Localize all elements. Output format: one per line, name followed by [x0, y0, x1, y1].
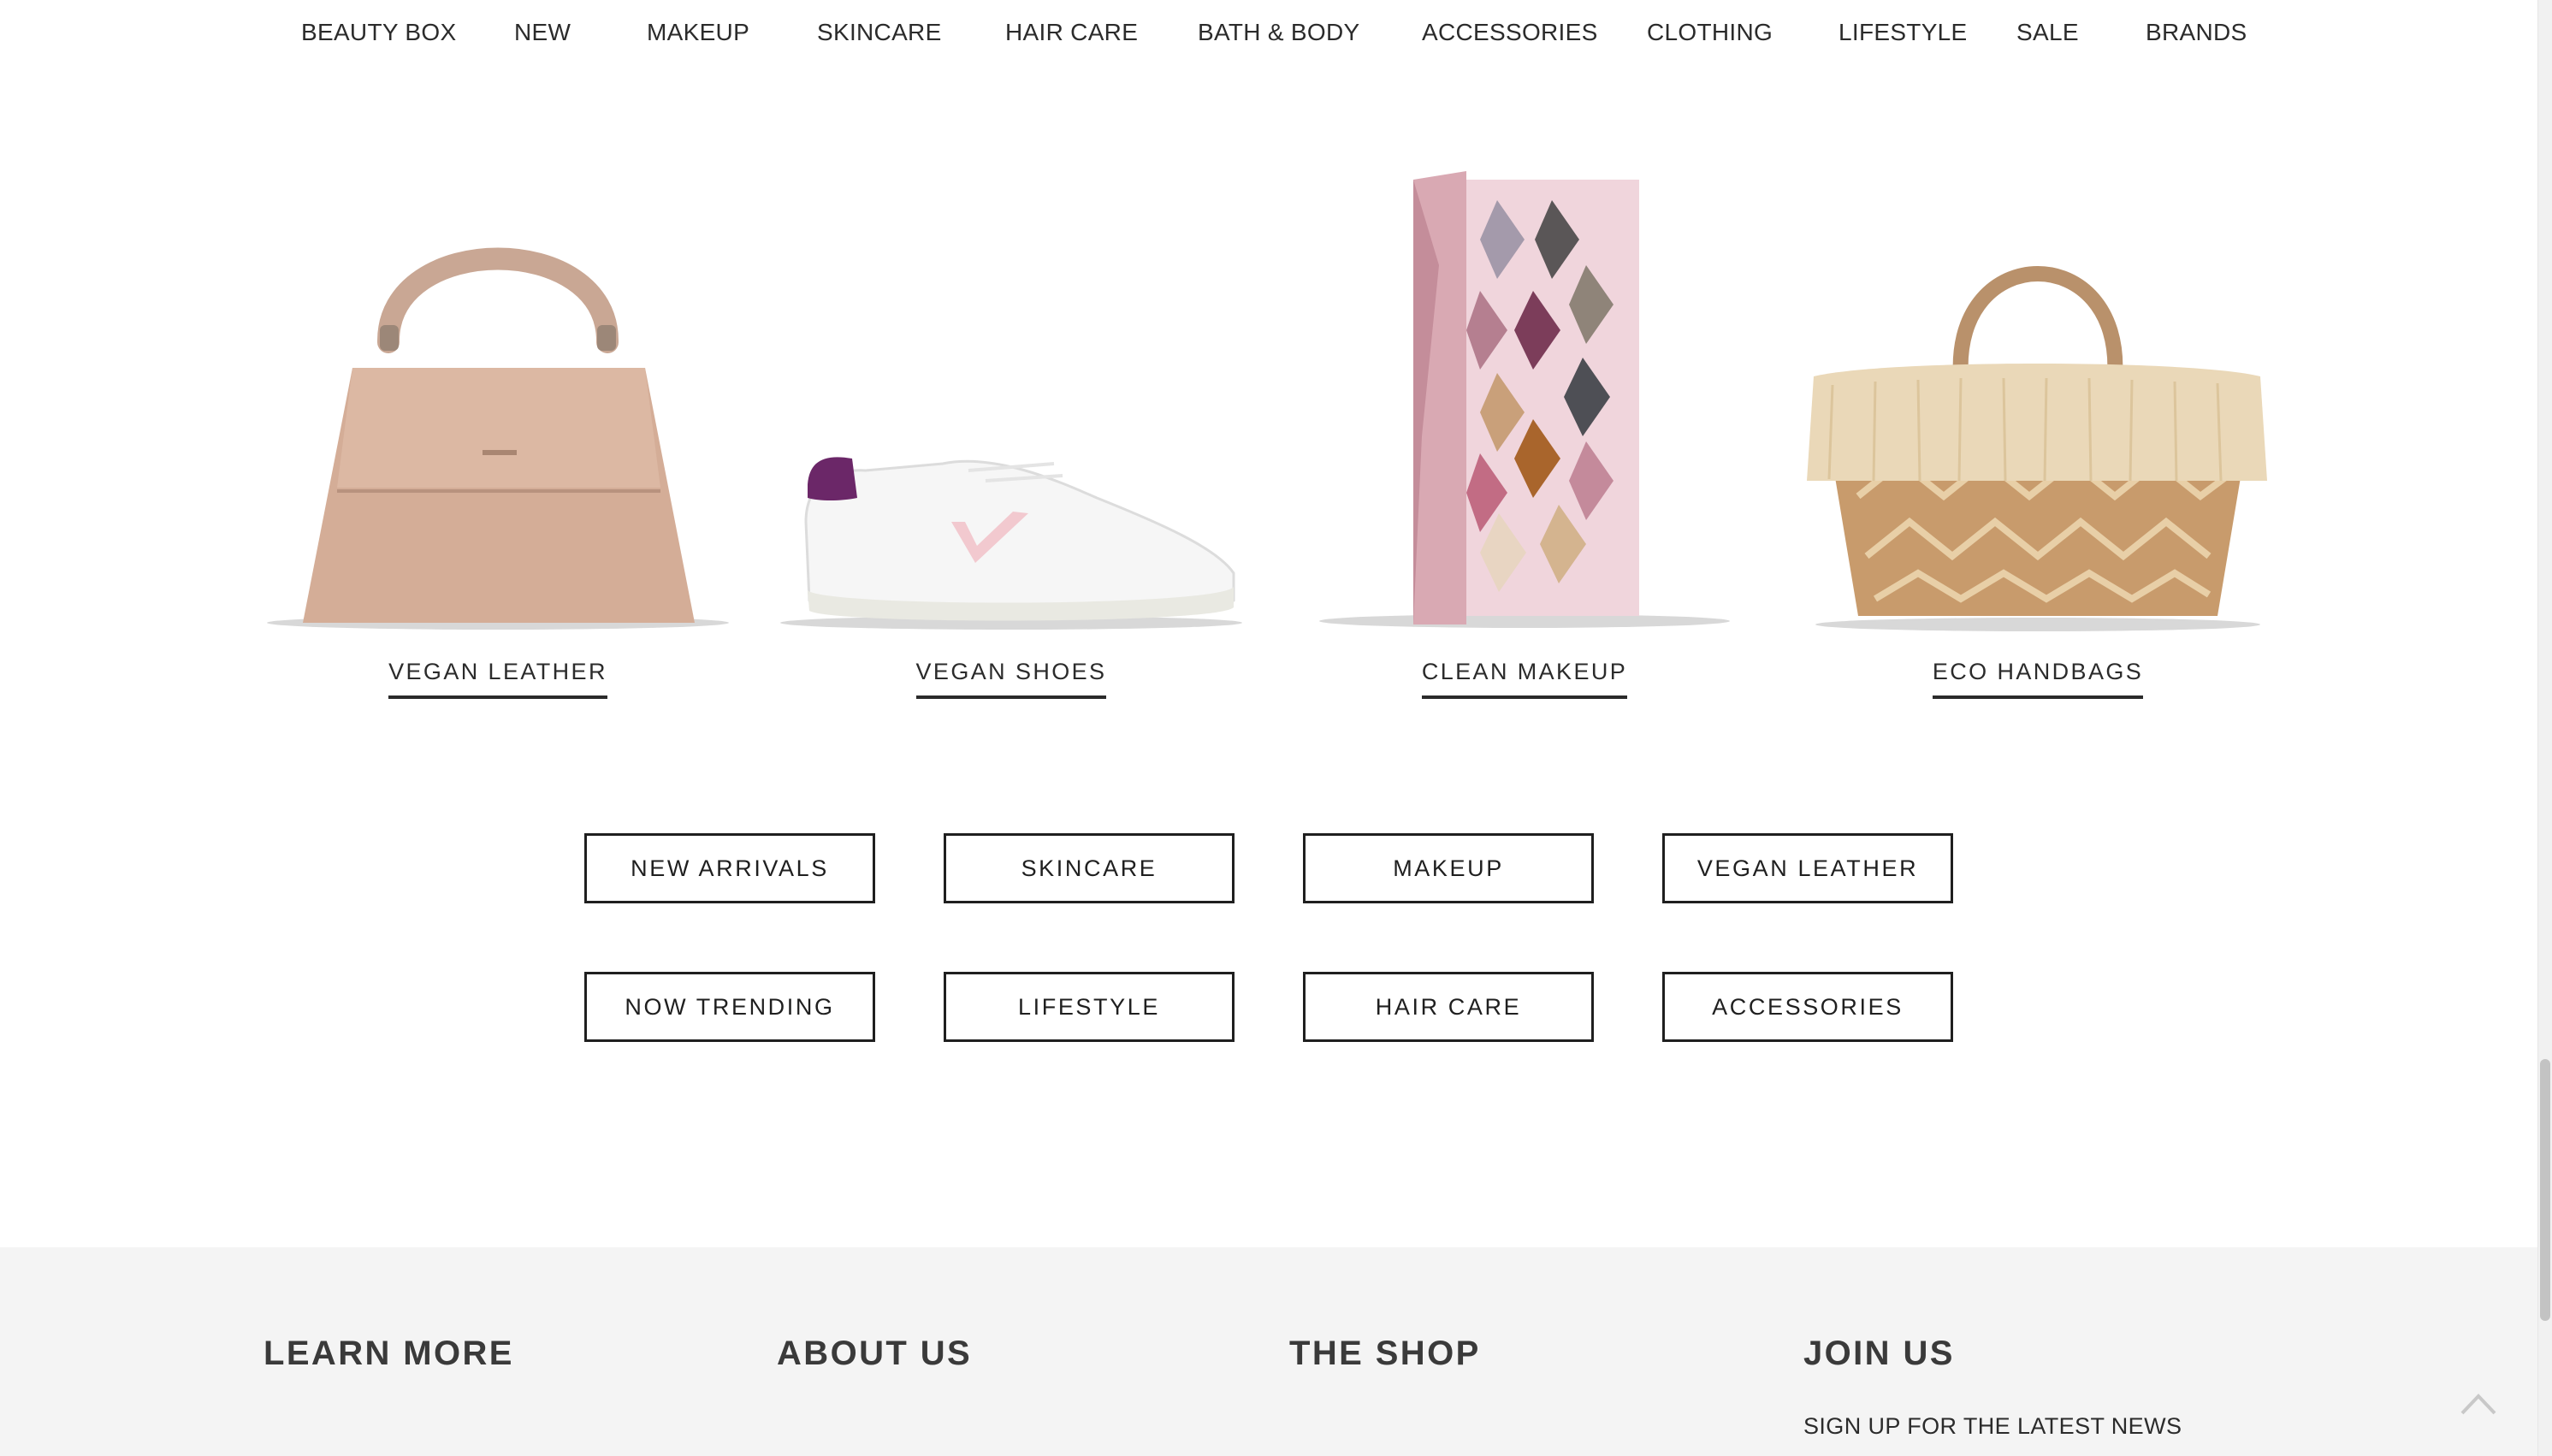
makeup-button[interactable]: MAKEUP	[1303, 833, 1594, 903]
page-scrollbar[interactable]	[2537, 0, 2552, 1456]
scrollbar-thumb[interactable]	[2540, 1059, 2550, 1321]
lifestyle-button[interactable]: LIFESTYLE	[944, 972, 1235, 1042]
tan-handbag-image	[267, 247, 729, 630]
nav-item-makeup[interactable]: MAKEUP	[647, 19, 749, 46]
footer-heading-join-us[interactable]: JOIN US	[1803, 1335, 1955, 1373]
chevron-up-icon	[2460, 1394, 2496, 1415]
tile-label-vegan-leather[interactable]: VEGAN LEATHER	[388, 659, 607, 699]
nav-item-sale[interactable]: SALE	[2016, 19, 2079, 46]
nav-item-brands[interactable]: BRANDS	[2146, 19, 2247, 46]
eyeshadow-palette-image	[1319, 171, 1730, 628]
nav-item-lifestyle[interactable]: LIFESTYLE	[1839, 19, 1968, 46]
nav-item-beauty-box[interactable]: BEAUTY BOX	[301, 19, 456, 46]
tile-label-clean-makeup[interactable]: CLEAN MAKEUP	[1421, 659, 1628, 699]
back-to-top-button[interactable]	[2457, 1388, 2500, 1418]
accessories-button[interactable]: ACCESSORIES	[1662, 972, 1953, 1042]
new-arrivals-button[interactable]: NEW ARRIVALS	[584, 833, 875, 903]
tile-vegan-shoes[interactable]: VEGAN SHOES	[772, 163, 1251, 727]
tile-label-eco-handbags[interactable]: ECO HANDBAGS	[1932, 659, 2144, 699]
nav-item-skincare[interactable]: SKINCARE	[817, 19, 942, 46]
tile-eco-handbags[interactable]: ECO HANDBAGS	[1798, 163, 2277, 727]
footer: LEARN MORE ABOUT US THE SHOP JOIN US SIG…	[0, 1247, 2537, 1456]
vegan-leather-button[interactable]: VEGAN LEATHER	[1662, 833, 1953, 903]
tile-label-vegan-shoes[interactable]: VEGAN SHOES	[915, 659, 1107, 699]
footer-heading-about-us[interactable]: ABOUT US	[777, 1335, 972, 1373]
nav-item-accessories[interactable]: ACCESSORIES	[1422, 19, 1598, 46]
nav-item-bath-body[interactable]: BATH & BODY	[1198, 19, 1359, 46]
now-trending-button[interactable]: NOW TRENDING	[584, 972, 875, 1042]
nav-item-hair-care[interactable]: HAIR CARE	[1005, 19, 1138, 46]
newsletter-signup-text: SIGN UP FOR THE LATEST NEWS	[1803, 1413, 2182, 1439]
nav-item-clothing[interactable]: CLOTHING	[1647, 19, 1773, 46]
white-sneaker-image	[780, 457, 1242, 630]
straw-fringe-basket-image	[1807, 266, 2267, 631]
tile-vegan-leather[interactable]: VEGAN LEATHER	[258, 163, 737, 727]
hair-care-button[interactable]: HAIR CARE	[1303, 972, 1594, 1042]
nav-item-new[interactable]: NEW	[514, 19, 571, 46]
main-navigation: BEAUTY BOX NEW MAKEUP SKINCARE HAIR CARE…	[0, 0, 2537, 74]
tile-clean-makeup[interactable]: CLEAN MAKEUP	[1285, 163, 1764, 727]
skincare-button[interactable]: SKINCARE	[944, 833, 1235, 903]
footer-heading-learn-more[interactable]: LEARN MORE	[263, 1335, 514, 1373]
footer-heading-the-shop[interactable]: THE SHOP	[1289, 1335, 1481, 1373]
category-tiles: VEGAN LEATHER VEGAN SHOES CLEAN MAKEUP E…	[0, 163, 2537, 727]
